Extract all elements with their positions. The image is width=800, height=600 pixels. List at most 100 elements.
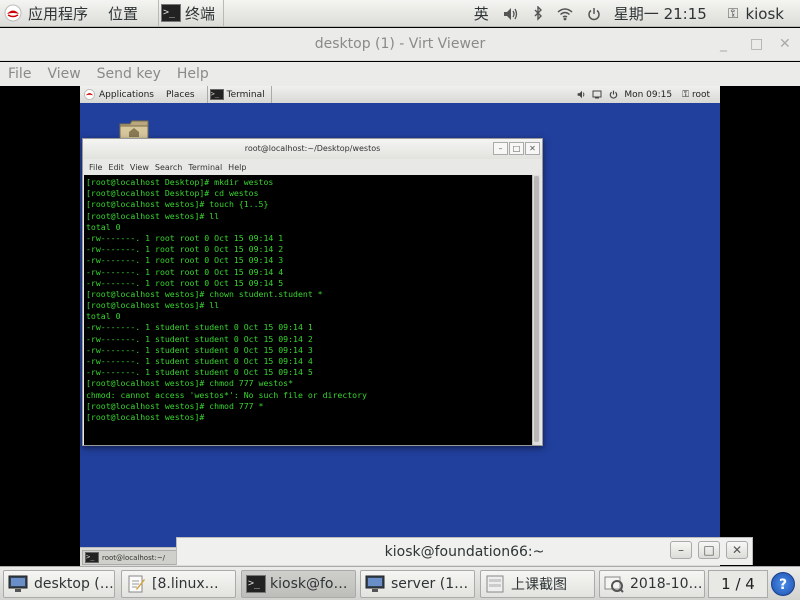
menu-help[interactable]: Help	[177, 66, 209, 82]
active-app-label: 终端	[185, 4, 216, 23]
window-title: desktop (1) - Virt Viewer	[314, 36, 486, 52]
guest-active-app-menu[interactable]: >_ Terminal	[206, 86, 272, 103]
maximize-button[interactable]: □	[750, 36, 763, 52]
scrollbar-thumb[interactable]	[534, 176, 539, 442]
power-icon[interactable]	[609, 90, 618, 99]
minimize-button[interactable]: _	[720, 36, 727, 52]
terminal-line: [root@localhost westos]# ll	[86, 300, 220, 311]
terminal-menu-terminal[interactable]: Terminal	[188, 163, 222, 172]
terminal-line: [root@localhost Desktop]# mkdir westos	[86, 177, 274, 187]
terminal-line: -rw-------. 1 student student 0 Oct 15 0…	[86, 322, 313, 333]
guest-places-menu[interactable]: Places	[166, 90, 195, 100]
taskbar-item-desktop[interactable]: desktop (…	[3, 570, 115, 598]
monitor-icon	[365, 575, 385, 592]
volume-icon[interactable]	[577, 90, 587, 99]
virt-viewer-titlebar[interactable]: desktop (1) - Virt Viewer _ □ ✕	[0, 28, 800, 61]
terminal-menu-search[interactable]: Search	[155, 163, 182, 172]
host-taskbar: desktop (… [8.linux… >_ kiosk@fo… server…	[0, 566, 800, 600]
terminal-line: total 0	[86, 311, 121, 322]
applications-menu[interactable]: 应用程序	[28, 3, 88, 24]
terminal-menu-view[interactable]: View	[130, 163, 149, 172]
wifi-icon[interactable]	[557, 7, 573, 21]
help-icon[interactable]: ?	[771, 572, 795, 596]
user-menu[interactable]: kiosk	[745, 5, 784, 23]
virt-viewer-menubar: File View Send key Help	[0, 62, 800, 86]
terminal-line: [root@localhost Desktop]# cd westos	[86, 188, 259, 199]
terminal-line: chmod: cannot access 'westos*': No such …	[86, 389, 367, 400]
taskbar-item-label: 2018-10…	[630, 576, 703, 592]
taskbar-item-label: desktop (…	[34, 576, 114, 592]
taskbar-item-label: 上课截图	[511, 577, 567, 593]
input-method-indicator[interactable]: 英	[474, 3, 489, 24]
taskbar-item-kiosk-terminal[interactable]: >_ kiosk@fo…	[241, 570, 356, 598]
terminal-menubar: File Edit View Search Terminal Help	[83, 159, 542, 175]
terminal-close-button[interactable]: ✕	[525, 142, 540, 155]
guest-desktop[interactable]: Applications Places >_ Terminal Mon 09:1…	[80, 86, 720, 566]
user-icon: ⚿	[727, 5, 739, 22]
taskbar-item-screenshots-folder[interactable]: 上课截图	[480, 570, 595, 598]
power-icon[interactable]	[587, 7, 601, 21]
terminal-line: [root@localhost westos]# ll	[86, 210, 220, 221]
host-top-panel: 应用程序 位置 >_ 终端 英 星期一 21:15 ⚿ kiosk	[0, 0, 800, 27]
terminal-line: -rw-------. 1 student student 0 Oct 15 0…	[86, 367, 313, 378]
volume-icon[interactable]	[503, 7, 519, 21]
redhat-logo-icon[interactable]	[84, 89, 95, 100]
menu-file[interactable]: File	[8, 66, 31, 82]
terminal-icon: >_	[209, 89, 224, 100]
kiosk-close-button[interactable]: ✕	[726, 541, 748, 559]
terminal-line: -rw-------. 1 student student 0 Oct 15 0…	[86, 333, 313, 344]
taskbar-item-label: server (1…	[391, 576, 469, 592]
terminal-line: total 0	[86, 221, 121, 232]
terminal-icon: >_	[161, 4, 182, 22]
close-button[interactable]: ✕	[779, 36, 791, 52]
terminal-line: [root@localhost westos]# chmod 777 westo…	[86, 378, 294, 389]
terminal-menu-edit[interactable]: Edit	[108, 163, 124, 172]
monitor-icon	[8, 575, 28, 592]
guest-taskbar-terminal-label: root@localhost:~/	[102, 553, 166, 562]
user-icon: ⚿	[682, 89, 689, 100]
terminal-line: [root@localhost westos]# chmod 777 *	[86, 400, 264, 411]
terminal-line: -rw-------. 1 root root 0 Oct 15 09:14 3	[86, 255, 284, 266]
terminal-scrollbar[interactable]	[532, 175, 540, 445]
image-viewer-icon	[604, 576, 624, 593]
terminal-menu-file[interactable]: File	[89, 163, 102, 172]
network-icon[interactable]	[592, 90, 604, 99]
terminal-output[interactable]: [root@localhost Desktop]# mkdir westos [r…	[84, 175, 534, 445]
terminal-line: -rw-------. 1 root root 0 Oct 15 09:14 2	[86, 244, 284, 255]
terminal-line: -rw-------. 1 student student 0 Oct 15 0…	[86, 344, 313, 355]
guest-clock[interactable]: Mon 09:15	[624, 90, 672, 100]
terminal-minimize-button[interactable]: –	[493, 142, 508, 155]
clock[interactable]: 星期一 21:15	[614, 3, 707, 24]
taskbar-item-editor[interactable]: [8.linux…	[121, 570, 236, 598]
active-app-menu[interactable]: >_ 终端	[158, 0, 225, 27]
taskbar-item-server[interactable]: server (1…	[360, 570, 475, 598]
terminal-titlebar[interactable]: root@localhost:~/Desktop/westos – □ ✕	[83, 139, 542, 159]
terminal-line: -rw-------. 1 root root 0 Oct 15 09:14 4	[86, 266, 284, 277]
terminal-line: -rw-------. 1 student student 0 Oct 15 0…	[86, 356, 313, 366]
workspace-pager[interactable]: 1 / 4	[708, 570, 768, 598]
text-editor-icon	[128, 575, 145, 593]
kiosk-maximize-button[interactable]: □	[698, 541, 720, 559]
menu-send-key[interactable]: Send key	[97, 66, 161, 82]
redhat-logo-icon[interactable]	[4, 4, 22, 22]
terminal-line: -rw-------. 1 root root 0 Oct 15 09:14 1	[86, 232, 284, 243]
terminal-title: root@localhost:~/Desktop/westos	[244, 144, 381, 153]
guest-user-menu[interactable]: root	[692, 90, 710, 100]
terminal-icon: >_	[85, 552, 99, 563]
terminal-line: [root@localhost westos]# chown student.s…	[86, 288, 323, 299]
guest-applications-menu[interactable]: Applications	[99, 90, 154, 100]
taskbar-item-label: kiosk@fo…	[270, 576, 348, 592]
places-menu[interactable]: 位置	[108, 3, 138, 24]
kiosk-terminal-window[interactable]: kiosk@foundation66:~ – □ ✕	[176, 537, 753, 565]
terminal-icon: >_	[246, 575, 266, 593]
bluetooth-icon[interactable]	[533, 6, 543, 21]
taskbar-item-image-viewer[interactable]: 2018-10…	[599, 570, 705, 598]
guest-terminal-window[interactable]: root@localhost:~/Desktop/westos – □ ✕ Fi…	[82, 138, 543, 446]
kiosk-minimize-button[interactable]: –	[670, 541, 692, 559]
terminal-menu-help[interactable]: Help	[228, 163, 246, 172]
guest-top-panel: Applications Places >_ Terminal Mon 09:1…	[80, 86, 720, 103]
terminal-maximize-button[interactable]: □	[509, 142, 524, 155]
file-manager-icon	[486, 575, 504, 593]
menu-view[interactable]: View	[47, 66, 80, 82]
taskbar-item-label: [8.linux…	[152, 576, 219, 592]
